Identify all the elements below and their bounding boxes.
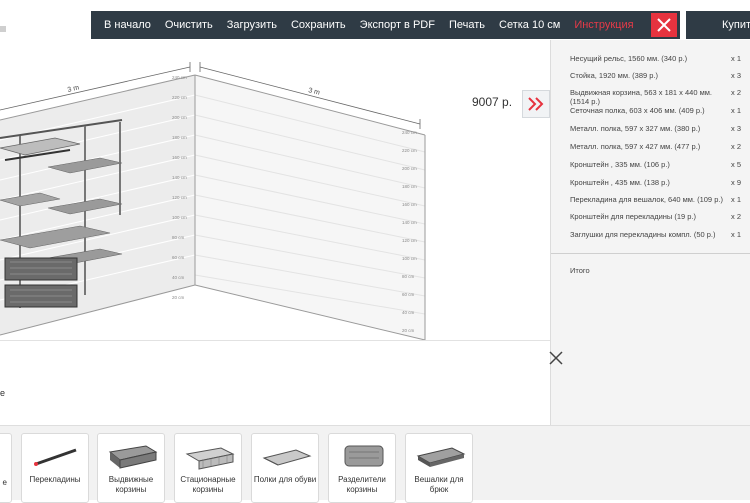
ruler-right-mark: 60 cm [402,292,415,297]
spec-item-name: Металл. полка, 597 x 327 мм. (380 р.) [570,124,701,133]
buy-button[interactable]: Купить [686,11,750,39]
ruler-left-mark: 120 cm [172,195,187,200]
instructions-button[interactable]: Инструкция [567,11,640,39]
partial-logo [0,26,6,32]
spec-item-qty: x 1 [731,230,742,239]
spec-item-name: Кронштейн для перекладины (19 р.) [570,212,697,221]
ruler-right-mark: 120 cm [402,238,417,243]
close-button[interactable] [651,13,677,37]
category-item-fixed-baskets[interactable]: Стационарные корзины [174,433,242,503]
category-label: Полки для обуви [253,475,317,484]
ruler-right-mark: 100 cm [402,256,417,261]
close-icon [657,18,671,32]
print-button[interactable]: Печать [442,11,492,39]
close-icon [549,351,563,365]
ruler-left-mark: 200 cm [172,115,187,120]
grid-toggle-button[interactable]: Сетка 10 см [492,11,567,39]
spec-item-qty: x 2 [731,88,742,97]
ruler-right-mark: 200 cm [402,166,417,171]
toggle-panel-button[interactable] [522,90,550,118]
trouser-hanger-icon [416,447,466,467]
ruler-left-mark: 220 cm [172,95,187,100]
shoe-shelf-icon [262,449,312,466]
category-item-basket-dividers[interactable]: Разделители корзины [328,433,396,503]
total-label: Итого [570,266,590,275]
ruler-right-mark: 160 cm [402,202,417,207]
category-label: Вешалки для брюк [414,475,464,494]
spec-item-qty: x 3 [731,124,742,133]
spec-item-name: Стойка, 1920 мм. (389 р.) [570,71,659,80]
ruler-left-mark: 140 cm [172,175,187,180]
ruler-right-mark: 220 cm [402,148,417,153]
top-toolbar: В начало Очистить Загрузить Сохранить Эк… [91,11,680,39]
spec-item-name: Кронштейн , 435 мм. (138 р.) [570,178,670,187]
rail-icon [34,448,77,466]
category-item-pullout-baskets[interactable]: Выдвижные корзины [97,433,165,503]
category-item-partial[interactable]: е [0,433,12,503]
ruler-right-mark: 20 cm [402,328,415,333]
spec-item-qty: x 9 [731,178,742,187]
ruler-left-mark: 40 cm [172,275,185,280]
specification-panel: Несущий рельс, 1560 мм. (340 р.) x 1 Сто… [550,40,750,425]
ruler-right-mark: 180 cm [402,184,417,189]
ruler-left-mark: 60 cm [172,255,185,260]
ruler-left-mark: 100 cm [172,215,187,220]
ruler-left-mark: 180 cm [172,135,187,140]
spec-item-name: Сеточная полка, 603 x 406 мм. (409 р.) [570,106,705,115]
ruler-left-mark: 80 cm [172,235,185,240]
spec-item-qty: x 3 [731,71,742,80]
room-scene: 3 m 3 m 240 cm 220 cm 200 cm 180 cm 160 … [0,62,426,341]
panel-divider [551,253,750,254]
export-pdf-button[interactable]: Экспорт в PDF [353,11,442,39]
spec-item-name: Выдвижная корзина, 563 x 181 x 440 мм. (… [570,88,713,106]
double-chevron-right-icon [528,97,544,111]
ruler-right-mark: 40 cm [402,310,415,315]
category-label: Стационарные корзины [180,475,236,494]
category-label: Выдвижные корзины [108,475,154,494]
ruler-left-mark: 20 cm [172,295,185,300]
spec-item-name: Перекладина для вешалок, 640 мм. (109 р.… [570,195,723,204]
spec-item-qty: x 1 [731,54,742,63]
basket-icon [108,445,158,469]
3d-view[interactable]: 3 m 3 m 240 cm 220 cm 200 cm 180 cm 160 … [0,40,550,341]
category-item-trouser-hangers[interactable]: Вешалки для брюк [405,433,473,503]
spec-item-qty: x 1 [731,106,742,115]
category-item-rails[interactable]: Перекладины [21,433,89,503]
spec-item-name: Несущий рельс, 1560 мм. (340 р.) [570,54,688,63]
spec-item-name: Заглушки для перекладины компл. (50 р.) [570,230,716,239]
category-label: Перекладины [29,475,81,484]
ruler-left-mark: 160 cm [172,155,187,160]
spec-item-name: Металл. полка, 597 x 427 мм. (477 р.) [570,142,701,151]
spec-item-qty: x 2 [731,212,742,221]
load-button[interactable]: Загрузить [220,11,284,39]
spec-item-qty: x 5 [731,160,742,169]
category-label: е [2,478,7,487]
ruler-left-mark: 240 cm [172,75,187,80]
category-strip: е Перекладины Выдвижные корзины Стациона… [0,425,750,503]
spec-item-qty: x 1 [731,195,742,204]
save-button[interactable]: Сохранить [284,11,353,39]
section-divider [0,340,550,341]
ruler-right-mark: 80 cm [402,274,415,279]
total-price: 9007 р. [472,95,513,109]
category-label: Разделители корзины [338,475,386,494]
ruler-right-mark: 240 cm [402,130,417,135]
truncated-text: е [0,388,6,398]
spec-item-qty: x 2 [731,142,742,151]
divider-icon [344,445,384,467]
home-button[interactable]: В начало [97,11,158,39]
close-lower-button[interactable] [548,350,564,366]
clear-button[interactable]: Очистить [158,11,220,39]
ruler-right-mark: 140 cm [402,220,417,225]
spec-item-name: Кронштейн , 335 мм. (106 р.) [570,160,670,169]
category-item-shoe-shelves[interactable]: Полки для обуви [251,433,319,503]
fixed-basket-icon [185,447,235,470]
